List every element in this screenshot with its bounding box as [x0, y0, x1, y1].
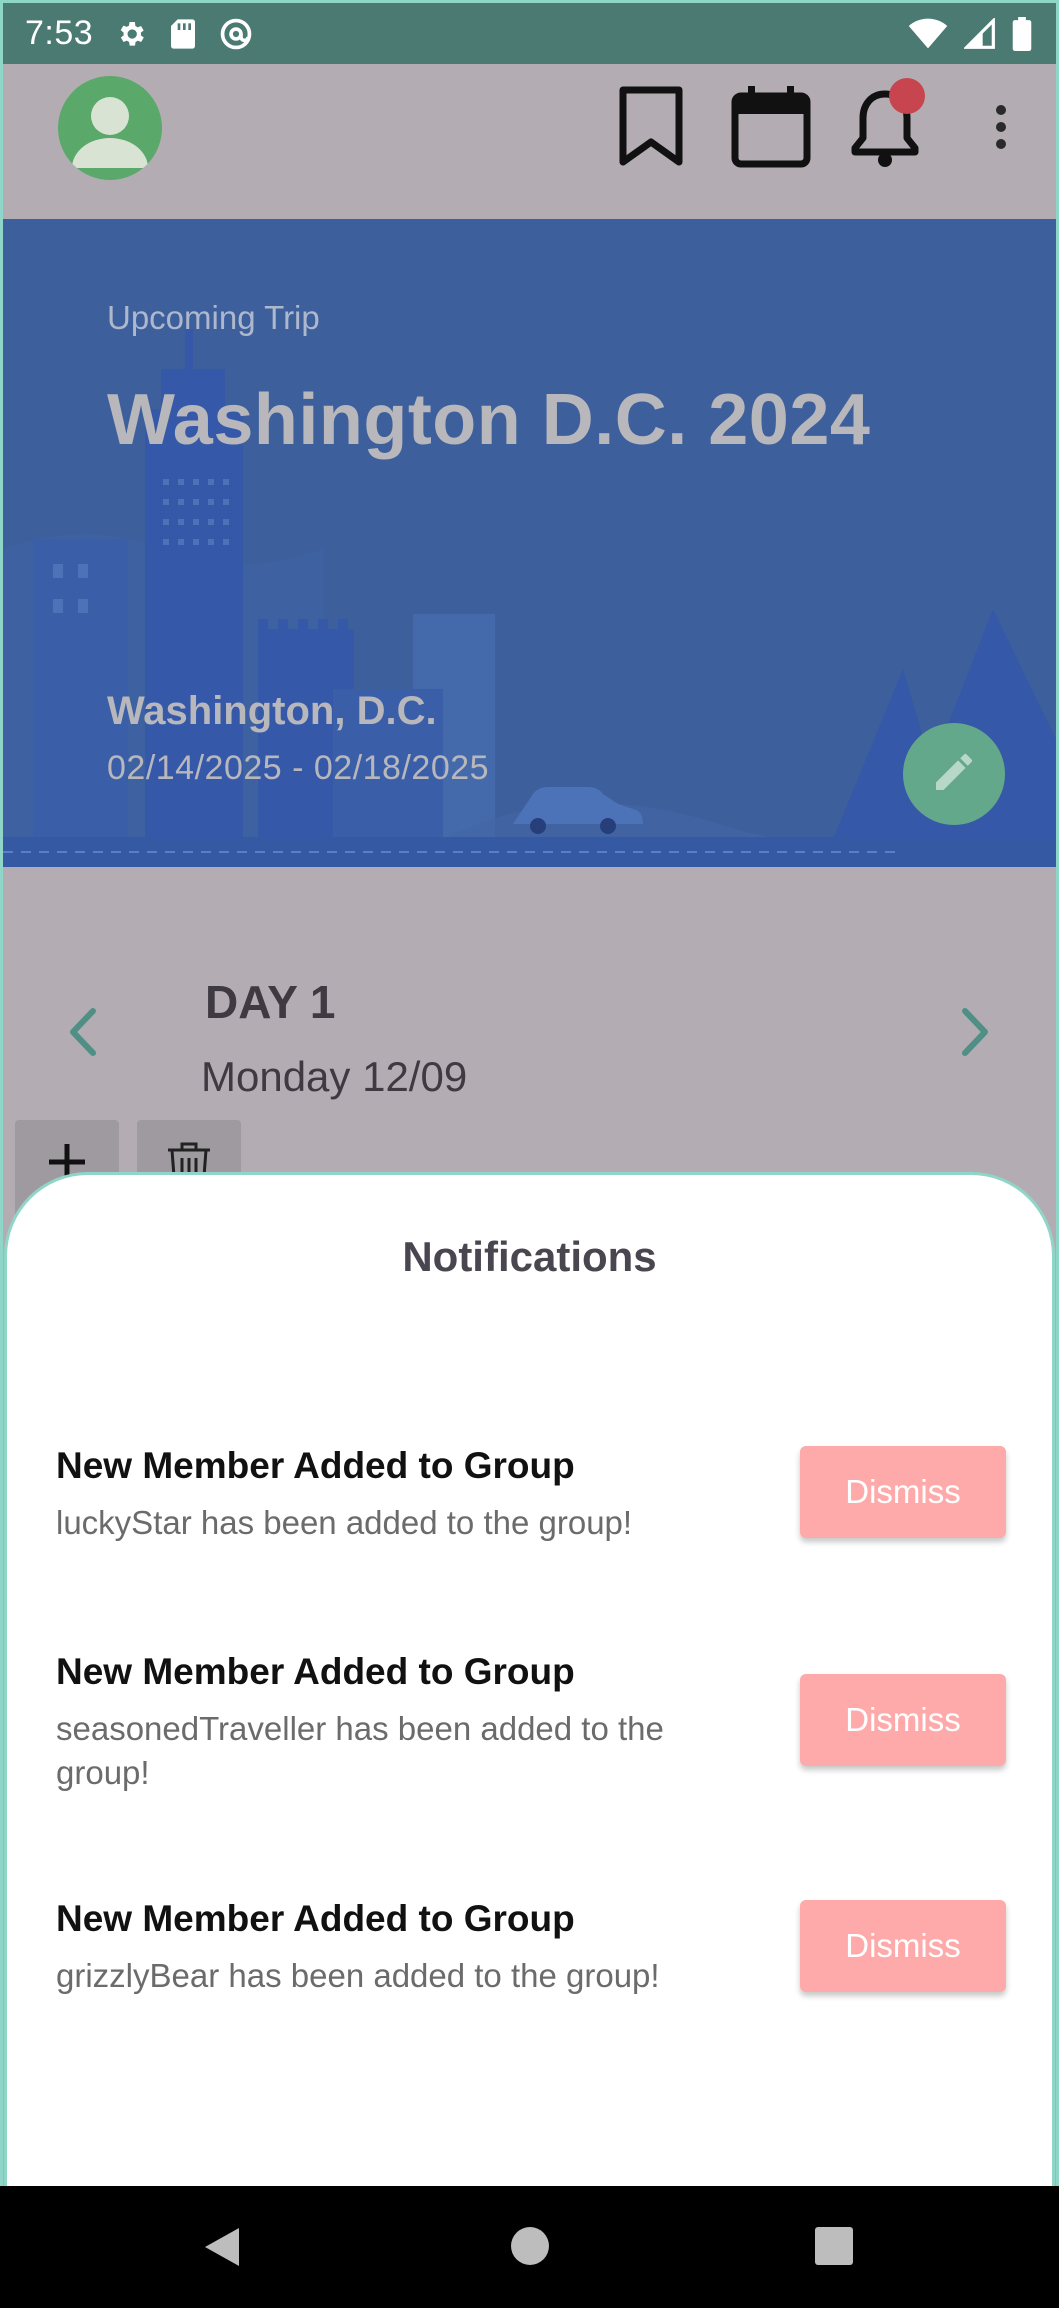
gear-icon	[115, 18, 147, 50]
next-day-button[interactable]	[957, 1005, 995, 1064]
notification-message: grizzlyBear has been added to the group!	[56, 1957, 660, 1994]
day-date: Monday 12/09	[201, 1053, 468, 1100]
dismiss-button[interactable]: Dismiss	[800, 1900, 1006, 1992]
wifi-icon	[908, 18, 948, 50]
top-toolbar	[3, 64, 1056, 219]
system-navigation-bar	[0, 2186, 1059, 2308]
status-bar: 7:53	[0, 0, 1059, 64]
notifications-sheet: Notifications New Member Added to Group …	[4, 1172, 1055, 2186]
notification-badge	[889, 78, 925, 114]
notification-item: New Member Added to Group grizzlyBear ha…	[56, 1898, 1006, 1998]
trip-title: Washington D.C. 2024	[107, 380, 871, 460]
at-sign-icon	[219, 17, 253, 51]
signal-icon	[964, 17, 996, 50]
notification-message: luckyStar has been added to the group!	[56, 1504, 633, 1541]
trip-city: Washington, D.C.	[107, 689, 437, 733]
back-icon[interactable]	[203, 2226, 241, 2273]
notification-message: seasonedTraveller has been added to the …	[56, 1710, 664, 1791]
trip-dates: 02/14/2025 - 02/18/2025	[107, 749, 490, 787]
more-vert-icon[interactable]	[991, 104, 1011, 155]
dismiss-button[interactable]: Dismiss	[800, 1674, 1006, 1766]
pencil-icon	[930, 748, 978, 801]
sheet-title: Notifications	[402, 1233, 657, 1280]
chevron-left-icon	[63, 1008, 101, 1063]
dismiss-button[interactable]: Dismiss	[800, 1446, 1006, 1538]
day-number: DAY 1	[205, 976, 336, 1028]
home-icon[interactable]	[510, 2226, 550, 2271]
notification-item: New Member Added to Group luckyStar has …	[56, 1445, 1006, 1545]
edit-trip-button[interactable]	[903, 723, 1005, 825]
trip-hero-banner: Upcoming Trip Washington D.C. 2024 Washi…	[3, 219, 1056, 867]
sd-card-icon	[169, 18, 197, 50]
calendar-icon[interactable]	[730, 84, 812, 175]
profile-avatar-icon[interactable]	[58, 76, 162, 180]
recents-icon[interactable]	[814, 2226, 854, 2271]
bookmark-icon[interactable]	[617, 84, 685, 173]
status-time: 7:53	[25, 14, 94, 52]
battery-icon	[1012, 16, 1032, 51]
notification-item: New Member Added to Group seasonedTravel…	[56, 1651, 1006, 1795]
trip-label: Upcoming Trip	[107, 299, 320, 336]
chevron-right-icon	[957, 1008, 995, 1063]
previous-day-button[interactable]	[63, 1005, 101, 1064]
